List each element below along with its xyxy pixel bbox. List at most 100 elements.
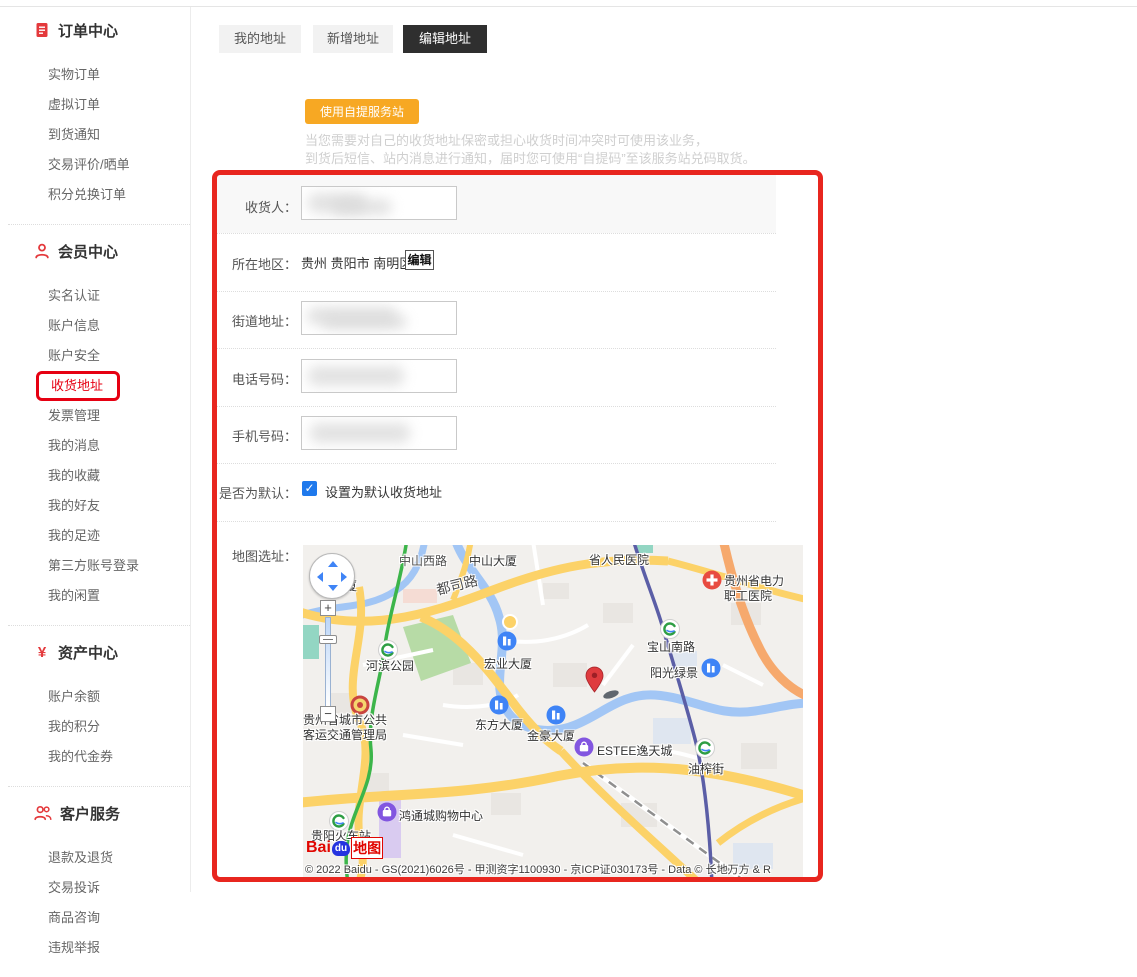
metro-station-icon [660,619,680,639]
sidebar-section-member-header: 会员中心 [8,241,190,261]
phone-label: 电话号码： [180,369,297,388]
sidebar-item-account-info[interactable]: 账户信息 [8,311,190,341]
region-value: 贵州 贵阳市 南明区 [301,253,412,272]
map-copyright: © 2022 Baidu - GS(2021)6026号 - 甲测资字11009… [305,861,771,877]
order-receipt-icon [34,22,50,38]
map-label-street: 油榨街 [688,760,724,777]
building-poi-icon [497,631,517,651]
baidu-logo-bai: Bai [306,839,331,857]
baidu-logo-ditu: 地图 [351,837,383,859]
consignee-input[interactable] [301,186,457,220]
row-separator [216,172,776,173]
shopping-mall-icon [377,802,397,822]
map-pan-control[interactable] [309,553,355,599]
phone-input[interactable] [301,359,457,393]
map-label-building: 东方大厦 [475,716,523,733]
map-label-hospital: 职工医院 [724,587,772,604]
checkmark-icon: ✓ [304,481,314,495]
sidebar-item-complaints[interactable]: 交易投诉 [8,873,190,903]
sidebar-item-footprints[interactable]: 我的足迹 [8,521,190,551]
row-separator [216,291,776,292]
metro-station-icon [695,738,715,758]
sidebar-item-virtual-orders[interactable]: 虚拟订单 [8,90,190,120]
sidebar-item-physical-orders[interactable]: 实物订单 [8,60,190,90]
sidebar-item-account-security[interactable]: 账户安全 [8,341,190,371]
sidebar-item-refunds[interactable]: 退款及退货 [8,843,190,873]
row-separator [216,348,776,349]
sidebar-item-report[interactable]: 违规举报 [8,933,190,963]
map-label-road: 宝山南路 [647,638,695,655]
sidebar-item-product-inquiry[interactable]: 商品咨询 [8,903,190,933]
hospital-icon [702,570,722,590]
sidebar-item-points[interactable]: 我的积分 [8,712,190,742]
baidu-map[interactable]: 中山西路 中山大厦 省人民医院 都司路 贵州省电力 职工医院 大厦 河滨公园 宏… [303,545,803,878]
customer-service-icon [34,805,52,821]
baidu-logo-paw: du [332,841,350,856]
sidebar-section-orders-header: 订单中心 [8,20,190,40]
sidebar-item-invoice[interactable]: 发票管理 [8,401,190,431]
pan-left-icon[interactable] [317,572,323,582]
sidebar-item-shipping-address[interactable]: 收货地址 [51,374,103,398]
sidebar-section-member: 会员中心 实名认证 账户信息 账户安全 收货地址 发票管理 我的消息 我的收藏 … [8,224,190,625]
sidebar-section-assets-header: ¥ 资产中心 [8,642,190,662]
tab-my-address[interactable]: 我的地址 [219,25,301,53]
use-pickup-station-button[interactable]: 使用自提服务站 [305,99,419,124]
person-icon [34,243,50,259]
mobile-input[interactable] [301,416,457,450]
building-poi-icon [546,705,566,725]
default-checkbox-label: 设置为默认收货地址 [325,482,442,501]
sidebar-section-assets: ¥ 资产中心 账户余额 我的积分 我的代金券 [8,625,190,786]
pan-up-icon[interactable] [328,561,338,567]
sidebar-section-service: 客户服务 退款及退货 交易投诉 商品咨询 违规举报 [8,786,190,977]
sidebar-item-favorites[interactable]: 我的收藏 [8,461,190,491]
row-separator [216,233,776,234]
sidebar-item-real-name[interactable]: 实名认证 [8,281,190,311]
street-input[interactable] [301,301,457,335]
sidebar-item-third-party-login[interactable]: 第三方账号登录 [8,551,190,581]
row-separator [216,463,776,464]
map-label-park: 河滨公园 [366,657,414,674]
tab-edit-address[interactable]: 编辑地址 [403,25,487,53]
mobile-label: 手机号码： [180,426,297,445]
zoom-out-button[interactable]: − [320,706,336,722]
sidebar-item-balance[interactable]: 账户余额 [8,682,190,712]
sidebar-item-messages[interactable]: 我的消息 [8,431,190,461]
sidebar-item-vouchers[interactable]: 我的代金券 [8,742,190,772]
zoom-slider-track[interactable] [325,617,331,707]
zoom-slider-handle[interactable] [319,635,337,644]
sidebar-item-idle-items[interactable]: 我的闲置 [8,581,190,611]
row-separator [216,406,776,407]
baidu-maps-logo: Bai du 地图 [306,837,383,859]
pickup-desc-line1: 当您需要对自己的收货地址保密或担心收货时间冲突时可使用该业务， [305,130,708,149]
map-label-building: 中山大厦 [469,552,517,569]
pan-down-icon[interactable] [328,585,338,591]
building-poi-icon [701,658,721,678]
consignee-label: 收货人： [180,197,297,216]
default-address-checkbox[interactable]: ✓ [302,481,317,496]
sidebar-item-reviews[interactable]: 交易评价/晒单 [8,150,190,180]
sidebar-section-title: 客户服务 [60,803,120,824]
map-label-government: 客运交通管理局 [303,726,387,743]
sidebar: 订单中心 实物订单 虚拟订单 到货通知 交易评价/晒单 积分兑换订单 会员中心 … [8,7,191,892]
consignee-row-background [216,173,776,233]
map-label-hospital: 省人民医院 [589,551,649,568]
sidebar-section-service-header: 客户服务 [8,803,190,823]
street-label: 街道地址： [180,311,297,330]
sidebar-section-title: 订单中心 [58,20,118,41]
region-label: 所在地区： [180,254,297,273]
sidebar-section-orders: 订单中心 实物订单 虚拟订单 到货通知 交易评价/晒单 积分兑换订单 [8,20,190,224]
sidebar-item-friends[interactable]: 我的好友 [8,491,190,521]
sidebar-section-title: 会员中心 [58,241,118,262]
map-picker-label: 地图选址： [180,546,297,565]
map-label-mall: ESTEE逸天城 [597,742,672,759]
tab-add-address[interactable]: 新增地址 [313,25,393,53]
pan-right-icon[interactable] [341,572,347,582]
yen-icon: ¥ [34,644,50,661]
sidebar-section-title: 资产中心 [58,642,118,663]
building-poi-icon [489,695,509,715]
map-label-building: 金豪大厦 [527,727,575,744]
sidebar-item-points-orders[interactable]: 积分兑换订单 [8,180,190,210]
region-edit-button[interactable]: 编辑 [405,250,434,270]
zoom-in-button[interactable]: + [320,600,336,616]
sidebar-item-arrival-notice[interactable]: 到货通知 [8,120,190,150]
